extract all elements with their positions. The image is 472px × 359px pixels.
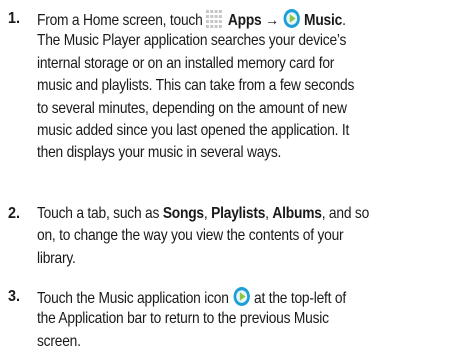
step-1-line-3: internal storage or on an installed memo… <box>37 54 335 72</box>
arrow-glyph: → <box>265 12 279 29</box>
music-label: Music <box>304 12 343 29</box>
tab-albums-label: Albums <box>272 205 322 222</box>
step-3-line-1: Touch the Music application icon at the … <box>37 286 459 308</box>
step-number: 3. <box>8 288 21 305</box>
apps-grid-icon <box>206 10 223 28</box>
step-1-line-1: From a Home screen, touch Apps → Music. <box>37 8 459 30</box>
step-1-line-2: The Music Player application searches yo… <box>37 32 347 50</box>
step-1-line-6: music added since you last opened the ap… <box>37 121 350 139</box>
step-3-line-3: screen. <box>37 332 81 350</box>
tab-playlists-label: Playlists <box>211 205 266 222</box>
step-3-line-2: the Application bar to return to the pre… <box>37 310 329 328</box>
instruction-list: 1. From a Home screen, touch Apps → Musi… <box>0 0 472 359</box>
step-text: From a Home screen, touch Apps → Music. … <box>37 8 459 165</box>
apps-label: Apps <box>227 12 262 29</box>
step-1-line-5: to several minutes, depending on the amo… <box>37 99 347 117</box>
step-2-line-1: Touch a tab, such as Songs, Playlists, A… <box>37 205 370 222</box>
step-text: Touch the Music application icon at the … <box>37 286 459 353</box>
tab-songs-label: Songs <box>162 205 204 222</box>
step-number: 1. <box>8 10 21 27</box>
step-1-line-7: then displays your music in several ways… <box>37 144 282 162</box>
music-app-icon <box>233 287 250 306</box>
step-2-line-2: on, to change the way you view the conte… <box>37 227 344 245</box>
step-number: 2. <box>8 205 21 222</box>
music-app-icon <box>283 9 300 28</box>
step-1-line-4: music and playlists. This can take from … <box>37 77 355 95</box>
step-2-line-3: library. <box>37 249 76 267</box>
step-text: Touch a tab, such as Songs, Playlists, A… <box>37 203 459 270</box>
